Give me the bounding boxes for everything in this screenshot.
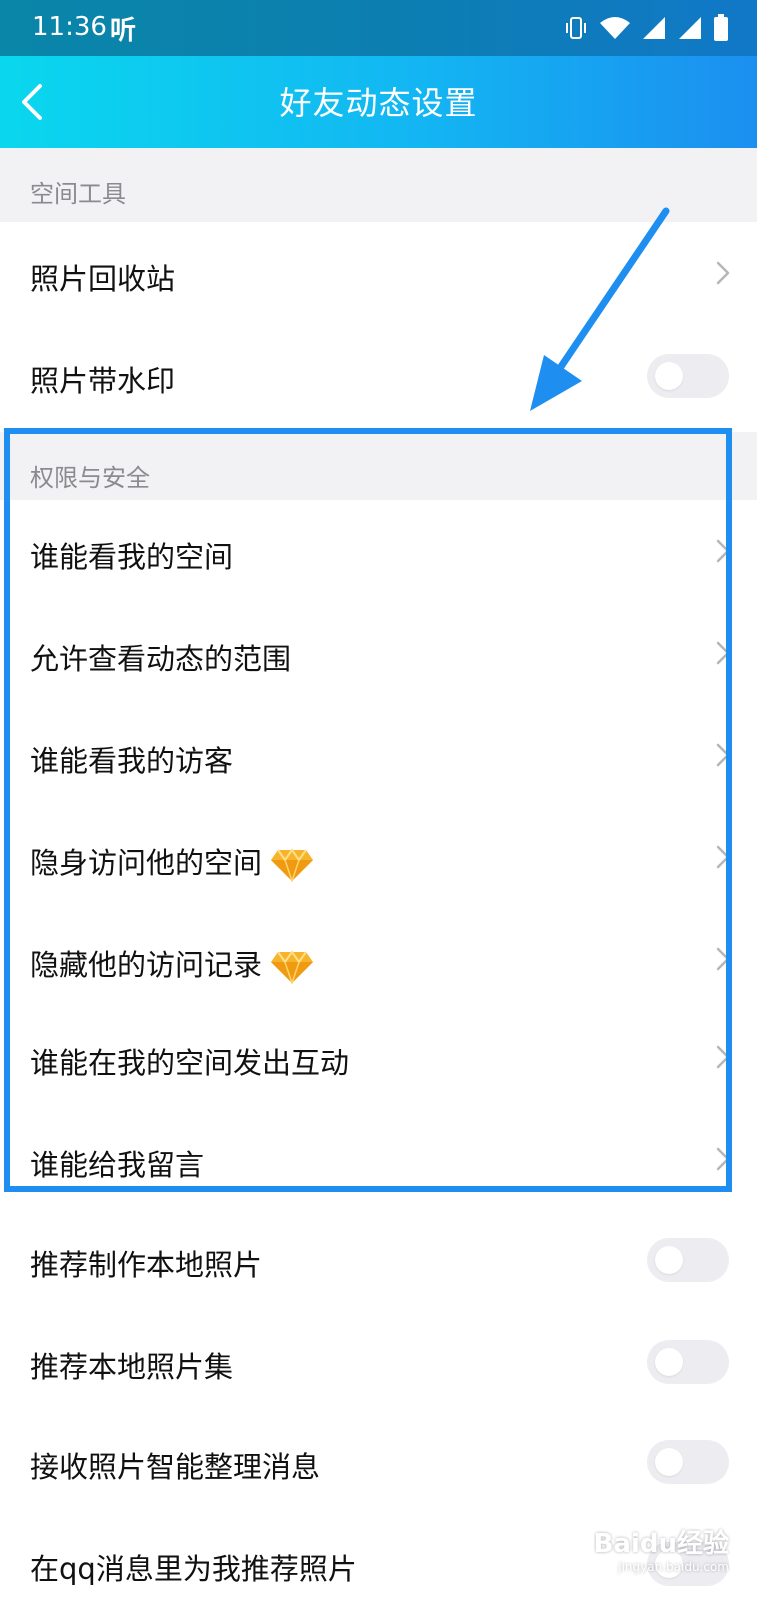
chevron-right-icon [716,641,730,665]
row-recommend-photo-sets: 推荐本地照片集 [0,1310,757,1412]
baidu-watermark: Baidu经验 jingyan.baidu.com [594,1523,729,1574]
row-invisible-visit[interactable]: 隐身访问他的空间 [0,806,757,908]
watermark-sub: jingyan.baidu.com [618,1560,729,1574]
status-bar: 11:36 听 [0,0,757,56]
section-header-tools: 空间工具 [0,148,757,222]
chevron-right-icon [716,1045,730,1069]
status-icons [563,14,729,42]
row-label: 谁能看我的访客 [30,744,234,778]
toggle-knob [655,1348,683,1376]
row-label: 隐藏他的访问记录 [30,942,314,984]
signal-icon [679,17,701,39]
row-who-can-message[interactable]: 谁能给我留言 [0,1108,757,1210]
row-label: 隐身访问他的空间 [30,840,314,882]
signal-icon [643,17,665,39]
recommend-photo-sets-toggle[interactable] [647,1340,729,1384]
smart-photo-msgs-toggle[interactable] [647,1440,729,1484]
diamond-icon [271,848,314,882]
row-recommend-local-photos: 推荐制作本地照片 [0,1208,757,1310]
row-label: 谁能看我的空间 [30,540,234,574]
row-photo-recycle[interactable]: 照片回收站 [0,222,757,324]
row-label: 谁能给我留言 [30,1148,205,1182]
row-label-text: 隐身访问他的空间 [30,846,263,880]
page-title: 好友动态设置 [279,84,478,122]
watermark-toggle[interactable] [647,354,729,398]
toggle-knob [655,1448,683,1476]
watermark-brand: Baidu经验 [593,1529,729,1559]
row-photo-watermark: 照片带水印 [0,324,757,426]
row-view-scope[interactable]: 允许查看动态的范围 [0,602,757,704]
chevron-right-icon [716,743,730,767]
status-ting-label: 听 [110,16,137,46]
row-who-can-interact[interactable]: 谁能在我的空间发出互动 [0,1006,757,1108]
row-who-can-see-visitors[interactable]: 谁能看我的访客 [0,704,757,806]
nav-bar: 好友动态设置 [0,56,757,148]
toggle-knob [655,1246,683,1274]
row-who-can-see-space[interactable]: 谁能看我的空间 [0,500,757,602]
chevron-right-icon [716,261,730,285]
row-label: 推荐本地照片集 [30,1350,234,1384]
row-label: 允许查看动态的范围 [30,642,292,676]
chevron-right-icon [716,845,730,869]
row-hide-visit-record[interactable]: 隐藏他的访问记录 [0,908,757,1010]
row-receive-smart-photo-msgs: 接收照片智能整理消息 [0,1410,757,1512]
row-label: 照片回收站 [30,262,176,296]
row-label: 谁能在我的空间发出互动 [30,1046,350,1080]
recommend-local-photos-toggle[interactable] [647,1238,729,1282]
row-label: 照片带水印 [30,364,176,398]
wifi-icon [600,17,630,39]
battery-icon [714,14,728,41]
vibrate-icon [566,17,586,39]
diamond-icon [271,950,314,984]
chevron-right-icon [716,539,730,563]
section-title: 权限与安全 [30,464,150,492]
chevron-right-icon [716,1147,730,1171]
row-label: 推荐制作本地照片 [30,1248,263,1282]
section-title: 空间工具 [30,180,126,208]
chevron-right-icon [716,947,730,971]
section-header-permissions: 权限与安全 [0,432,757,506]
row-label: 在qq消息里为我推荐照片 [30,1552,357,1586]
row-label-text: 隐藏他的访问记录 [30,948,263,982]
status-time: 11:36 [32,12,107,42]
row-label: 接收照片智能整理消息 [30,1450,321,1484]
toggle-knob [655,362,683,390]
